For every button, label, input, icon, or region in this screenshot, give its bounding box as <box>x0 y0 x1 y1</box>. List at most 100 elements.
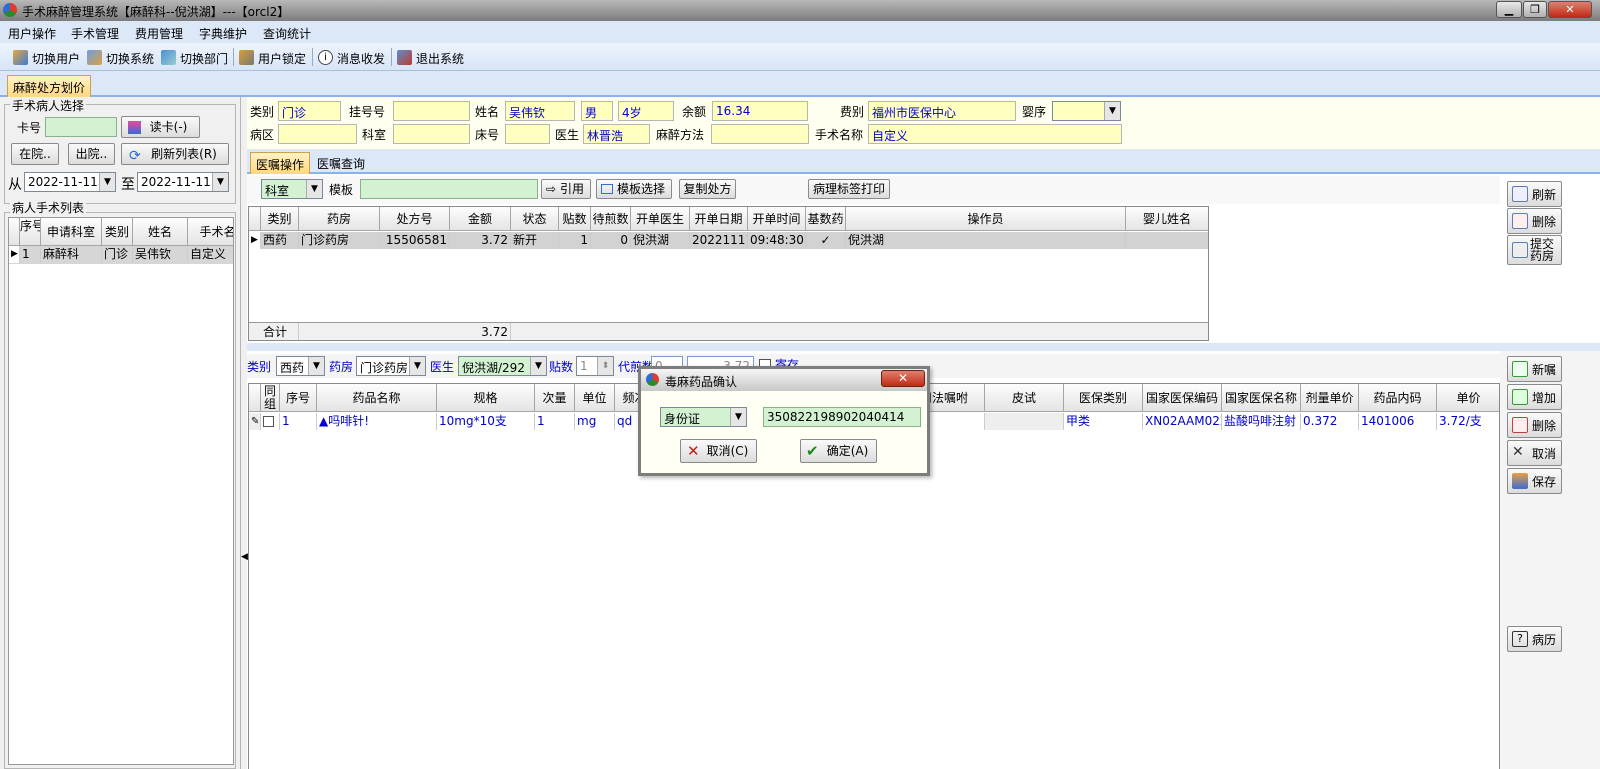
add-button[interactable]: 增加 <box>1507 384 1562 410</box>
switch-user-button[interactable]: 切换用户 <box>13 50 80 67</box>
submit-pharmacy-button[interactable]: 提交药房 <box>1507 235 1562 265</box>
refresh-icon <box>1512 186 1528 202</box>
chevron-down-icon: ▼ <box>306 180 322 198</box>
print-label-button[interactable]: 病理标签打印 <box>808 179 890 199</box>
exit-system-button[interactable]: 退出系统 <box>397 50 464 67</box>
id-type-select[interactable]: 身份证 ▼ <box>660 407 747 427</box>
surgery-field[interactable]: 自定义 <box>868 124 1122 144</box>
tab-order-query[interactable]: 医嘱查询 <box>312 152 370 174</box>
menu-dictionary[interactable]: 字典维护 <box>199 25 247 42</box>
bed-field[interactable] <box>505 124 550 144</box>
template-label: 模板 <box>329 183 354 197</box>
user-lock-button[interactable]: 用户锁定 <box>239 50 306 67</box>
dialog-cancel-button[interactable]: ✕ 取消(C) <box>680 439 757 463</box>
dept-label: 科室 <box>362 128 387 142</box>
copy-prescription-button[interactable]: 复制处方 <box>679 179 736 199</box>
drug-type-select[interactable]: 西药 ▼ <box>276 356 325 376</box>
in-hospital-button[interactable]: 在院.. <box>11 143 59 165</box>
table-row[interactable]: ▶ 1 麻醉科 门诊 吴伟钦 自定义 <box>9 246 233 264</box>
tab-anesthesia-prescription[interactable]: 麻醉处方划价 <box>7 75 92 97</box>
cancel-x-icon: ✕ <box>1512 444 1524 460</box>
dept-field[interactable] <box>393 124 470 144</box>
close-button[interactable]: ✕ <box>1548 1 1592 18</box>
bed-label: 床号 <box>475 128 500 142</box>
type-label: 类别 <box>250 105 275 119</box>
info-icon: i <box>318 50 333 65</box>
fee-field[interactable]: 福州市医保中心 <box>868 101 1016 121</box>
total-label: 合计 <box>261 323 299 340</box>
patient-info-panel: 类别 门诊 挂号号 姓名 吴伟钦 男 4岁 余额 16.34 费别 福州市医保中… <box>247 97 1600 149</box>
switch-system-button[interactable]: 切换系统 <box>87 50 154 67</box>
delete-button[interactable]: 删除 <box>1507 412 1562 438</box>
check-icon: ✔ <box>806 442 819 460</box>
doctor-field[interactable]: 林晋浩 <box>583 124 650 144</box>
refresh-list-button[interactable]: ⟳ 刷新列表(R) <box>121 143 229 165</box>
template-select-button[interactable]: 模板选择 <box>596 179 672 199</box>
baby-select[interactable]: ▼ <box>1052 101 1121 121</box>
patient-list-grid[interactable]: 序号 申请科室 类别 姓名 手术名 ▶ 1 麻醉科 门诊 吴伟钦 自定义 <box>8 217 234 765</box>
doctor-select[interactable]: 倪洪湖/292 ▼ <box>458 356 547 376</box>
chevron-down-icon: ▼ <box>99 173 115 191</box>
base-drug-checkbox[interactable]: ✓ <box>806 232 846 249</box>
id-number-input[interactable]: 350822198902040414 <box>763 407 921 427</box>
chevron-down-icon: ▼ <box>308 357 324 375</box>
prescription-grid[interactable]: 类别 药房 处方号 金额 状态 贴数 待煎数 开单医生 开单日期 开单时间 基数… <box>248 206 1209 341</box>
switch-department-button[interactable]: 切换部门 <box>161 50 228 67</box>
cite-button[interactable]: ⇨ 引用 <box>541 179 591 199</box>
to-label: 至 <box>121 177 135 193</box>
chevron-down-icon: ▼ <box>1104 102 1120 120</box>
app-logo-icon <box>3 3 17 17</box>
total-amount: 3.72 <box>450 323 511 340</box>
surgery-label: 手术名称 <box>815 128 864 142</box>
pharmacy-select[interactable]: 门诊药房 ▼ <box>356 356 426 376</box>
medical-record-button[interactable]: ? 病历 <box>1507 626 1562 652</box>
switch-icon <box>87 50 102 65</box>
method-field[interactable] <box>711 124 809 144</box>
delete-icon <box>1512 213 1528 229</box>
minimize-button[interactable]: ▁ <box>1496 1 1522 18</box>
to-date-picker[interactable]: 2022-11-11 ▼ <box>137 172 229 192</box>
doctor-label: 医生 <box>555 128 580 142</box>
reg-label: 挂号号 <box>349 105 386 119</box>
baby-label: 婴序 <box>1022 105 1047 119</box>
card-icon <box>128 121 141 134</box>
read-card-button[interactable]: 读卡(-) <box>121 116 200 138</box>
table-row[interactable]: ▶ 西药 门诊药房 15506581 3.72 新开 1 0 倪洪湖 20221… <box>249 232 1208 249</box>
delete-button-top[interactable]: 删除 <box>1507 208 1562 234</box>
template-input[interactable] <box>360 179 538 199</box>
sex-field[interactable]: 男 <box>581 101 613 121</box>
col-type: 类别 <box>102 218 133 246</box>
new-order-button[interactable]: 新嘱 <box>1507 356 1562 382</box>
balance-field[interactable]: 16.34 <box>712 101 808 121</box>
refresh-button[interactable]: 刷新 <box>1507 181 1562 207</box>
from-date-picker[interactable]: 2022-11-11 ▼ <box>24 172 116 192</box>
maximize-button[interactable]: ❐ <box>1523 1 1547 18</box>
menu-surgery[interactable]: 手术管理 <box>71 25 119 42</box>
dialog-ok-button[interactable]: ✔ 确定(A) <box>800 439 877 463</box>
messages-button[interactable]: i 消息收发 <box>318 50 385 67</box>
save-button[interactable]: 保存 <box>1507 468 1562 494</box>
chevron-down-icon: ▼ <box>730 408 746 426</box>
from-label: 从 <box>8 177 22 193</box>
dialog-close-button[interactable]: ✕ <box>881 370 925 387</box>
chevron-down-icon: ▼ <box>409 357 425 375</box>
horizontal-splitter[interactable] <box>247 343 1600 351</box>
type-field[interactable]: 门诊 <box>278 101 341 121</box>
paste-stepper[interactable]: 1 ⬍ <box>576 356 614 376</box>
reg-field[interactable] <box>393 101 470 121</box>
card-input[interactable] <box>45 117 117 137</box>
group-checkbox[interactable] <box>263 416 274 427</box>
ward-field[interactable] <box>278 124 357 144</box>
scope-select[interactable]: 科室 ▼ <box>261 179 323 199</box>
title-bar: 手术麻醉管理系统【麻醉科--倪洪湖】---【orcl2】 ▁ ❐ ✕ <box>0 0 1600 21</box>
menu-query[interactable]: 查询统计 <box>263 25 311 42</box>
age-field[interactable]: 4岁 <box>618 101 674 121</box>
cancel-button[interactable]: ✕ 取消 <box>1507 440 1562 466</box>
menu-fee[interactable]: 费用管理 <box>135 25 183 42</box>
menu-user-ops[interactable]: 用户操作 <box>8 25 56 42</box>
out-hospital-button[interactable]: 出院.. <box>68 143 115 165</box>
help-icon: ? <box>1512 631 1528 647</box>
tab-order-operation[interactable]: 医嘱操作 <box>250 152 311 174</box>
name-field[interactable]: 吴伟钦 <box>505 101 575 121</box>
card-label: 卡号 <box>17 121 42 135</box>
